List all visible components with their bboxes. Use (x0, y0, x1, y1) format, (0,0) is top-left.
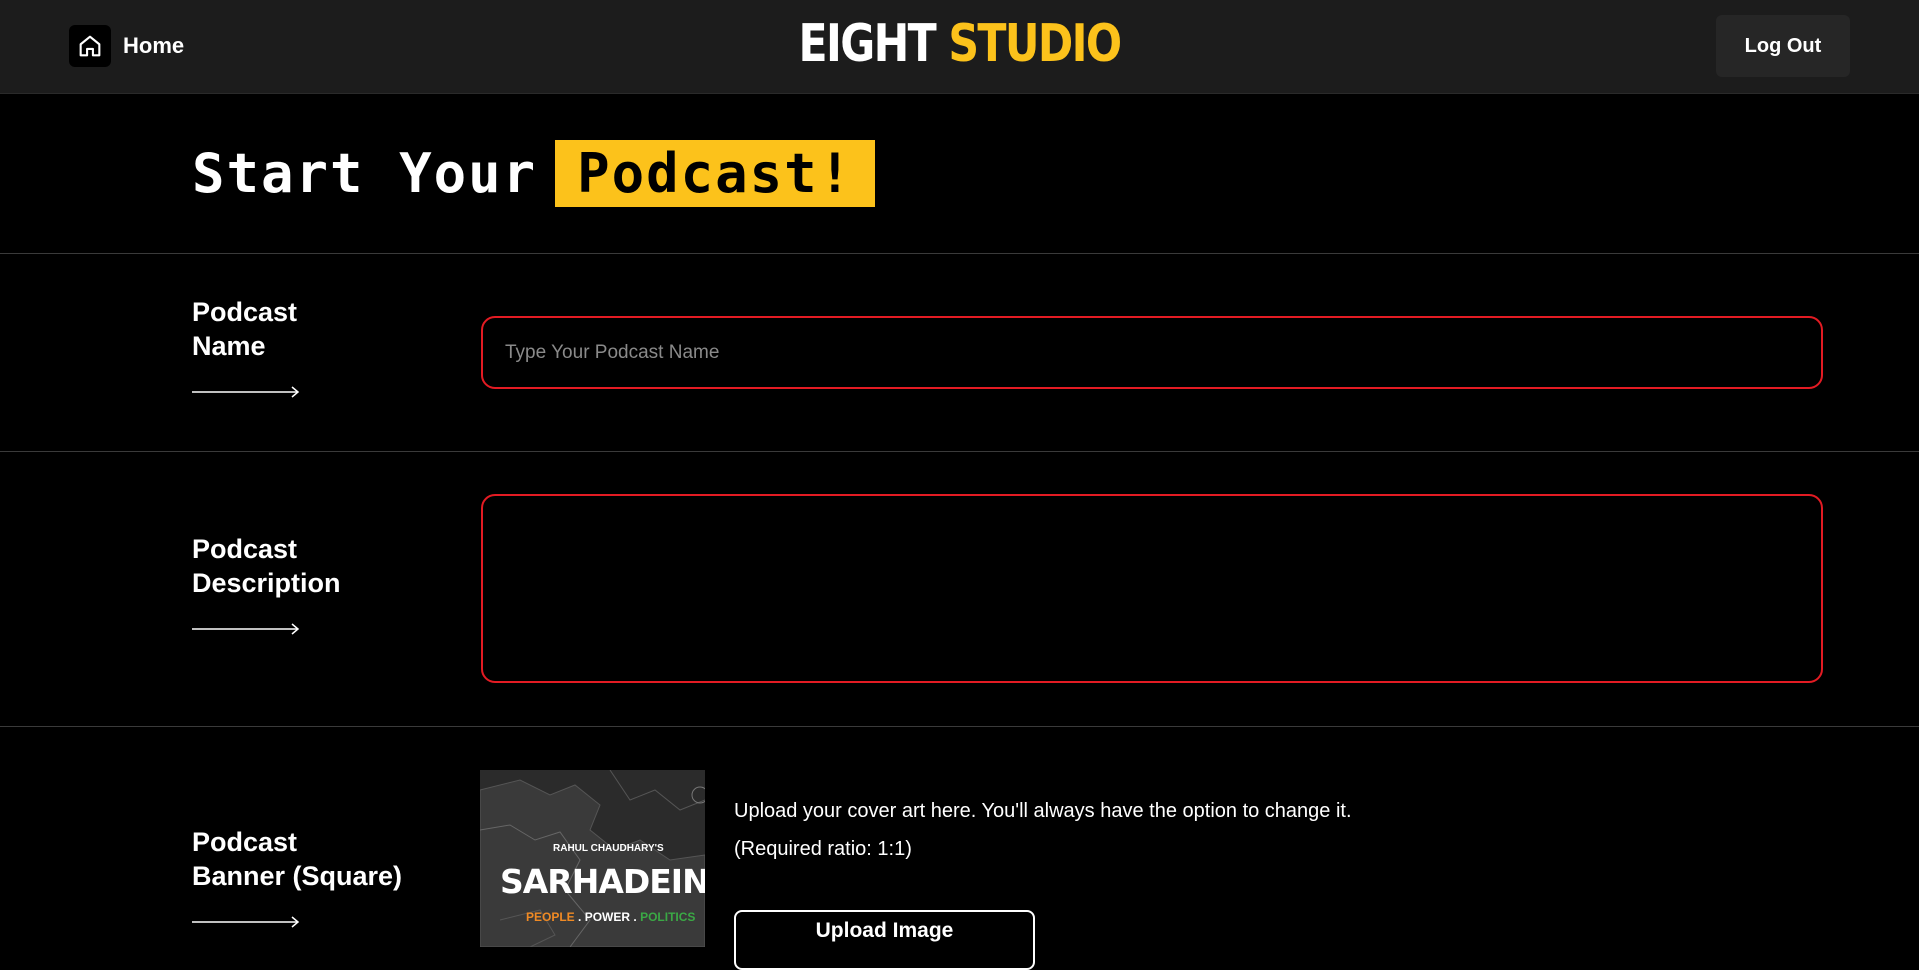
upload-hint: Upload your cover art here. You'll alway… (734, 800, 1352, 822)
cover-subtitle: RAHUL CHAUDHARY'S (553, 843, 664, 854)
podcast-description-textarea[interactable] (481, 494, 1823, 683)
cover-tag-separator: . (578, 910, 585, 924)
brand-logo-part2: STUDIO (948, 14, 1122, 74)
page-title-prefix: Start Your (192, 142, 538, 205)
page-title-highlight: Podcast! (555, 140, 876, 207)
upload-image-button[interactable]: Upload Image (734, 910, 1035, 970)
podcast-description-label: Podcast Description (192, 532, 341, 600)
brand-logo-part1: EIGHT (798, 14, 937, 74)
podcast-description-label-line2: Description (192, 568, 341, 598)
cover-tag-politics: POLITICS (640, 910, 696, 924)
home-link[interactable]: Home (69, 25, 184, 67)
podcast-cover-image: RAHUL CHAUDHARY'S SARHADEIN PEOPLE . POW… (480, 770, 705, 947)
podcast-name-label-line1: Podcast (192, 297, 298, 327)
podcast-banner-label: Podcast Banner (Square) (192, 825, 402, 893)
top-navbar: Home EIGHT STUDIO Log Out (0, 0, 1919, 94)
podcast-name-label-line2: Name (192, 331, 266, 361)
page-title: Start Your Podcast! (192, 140, 876, 207)
home-icon[interactable] (69, 25, 111, 67)
cover-title: SARHADEIN (500, 862, 705, 901)
podcast-description-label-line1: Podcast (192, 534, 298, 564)
cover-tag-people: PEOPLE (526, 910, 575, 924)
podcast-banner-label-line1: Podcast (192, 827, 298, 857)
podcast-banner-label-line2: Banner (Square) (192, 861, 403, 891)
brand-logo: EIGHT STUDIO (173, 14, 1747, 74)
ratio-hint: (Required ratio: 1:1) (734, 838, 912, 860)
arrow-right-icon (192, 386, 300, 398)
logout-button[interactable]: Log Out (1716, 15, 1850, 77)
arrow-right-icon (192, 916, 300, 928)
podcast-name-label: Podcast Name (192, 295, 297, 363)
section-divider (0, 726, 1919, 727)
arrow-right-icon (192, 623, 300, 635)
podcast-name-input[interactable] (481, 316, 1823, 389)
section-divider (0, 253, 1919, 254)
section-divider (0, 451, 1919, 452)
cover-tagline: PEOPLE . POWER . POLITICS (526, 910, 695, 924)
cover-tag-power: POWER (584, 910, 631, 924)
